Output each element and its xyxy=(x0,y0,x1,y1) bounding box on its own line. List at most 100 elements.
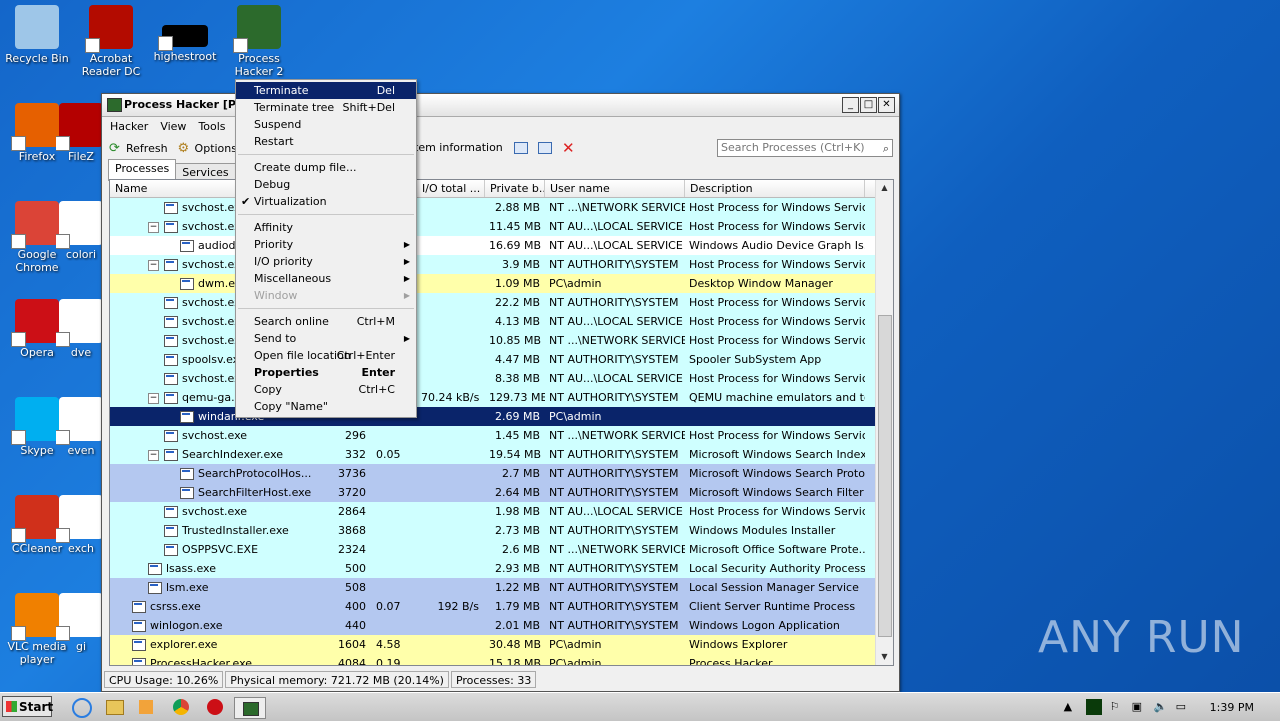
opera-taskbar-icon[interactable] xyxy=(204,697,226,717)
desktop-icon[interactable]: Process Hacker 2 xyxy=(222,5,296,78)
menu-item[interactable]: ✔ Virtualization xyxy=(236,193,416,210)
table-row[interactable]: lsass.exe 500 2.93 MB NT AUTHORITY\SYSTEM Lo… xyxy=(110,559,893,578)
menu-item[interactable]: Copy "Name" xyxy=(236,398,416,415)
desktop-icon[interactable]: Acrobat Reader DC xyxy=(74,5,148,78)
submenu-arrow-icon: ▶ xyxy=(403,274,410,283)
process-description: Local Security Authority Process xyxy=(689,562,865,575)
table-row[interactable]: audiodg.exe 16.69 MB NT AU...\LOCAL SERVIC… xyxy=(110,236,893,255)
scroll-down-icon[interactable]: ▼ xyxy=(876,649,893,665)
table-row[interactable]: spoolsv.exe 4.47 MB NT AUTHORITY\SYSTEM Spo… xyxy=(110,350,893,369)
clock[interactable]: 1:39 PM xyxy=(1210,701,1254,714)
scroll-up-icon[interactable]: ▲ xyxy=(876,180,893,196)
minimize-button[interactable]: _ xyxy=(842,97,859,113)
desktop-icon[interactable]: FileZ xyxy=(56,103,106,163)
media-player-taskbar-icon[interactable] xyxy=(136,697,158,717)
collapse-icon[interactable]: − xyxy=(148,222,159,233)
scroll-thumb[interactable] xyxy=(878,315,892,637)
collapse-icon[interactable]: − xyxy=(148,393,159,404)
menu-item[interactable]: Terminate tree Shift+Del xyxy=(236,99,416,116)
system-information-button[interactable]: tem information xyxy=(411,141,506,154)
menu-item[interactable]: Open file location Ctrl+Enter xyxy=(236,347,416,364)
collapse-icon[interactable]: − xyxy=(148,260,159,271)
table-row[interactable]: TrustedInstaller.exe 3868 2.73 MB NT AUTHOR… xyxy=(110,521,893,540)
menu-item[interactable]: Restart xyxy=(236,133,416,150)
options-button[interactable]: ⚙ Options xyxy=(175,141,240,156)
table-row[interactable]: lsm.exe 508 1.22 MB NT AUTHORITY\SYSTEM Loca… xyxy=(110,578,893,597)
table-row[interactable]: − SearchIndexer.exe 332 0.05 19.54 MB NT AUTH… xyxy=(110,445,893,464)
menu-item[interactable]: I/O priority ▶ xyxy=(236,253,416,270)
menu-item[interactable]: Create dump file... xyxy=(236,159,416,176)
shortcut-arrow-icon xyxy=(158,36,173,51)
desktop-icon[interactable]: even xyxy=(56,397,106,457)
desktop-icon[interactable]: dve xyxy=(56,299,106,359)
menu-item[interactable]: Suspend xyxy=(236,116,416,133)
desktop-icon[interactable]: exch xyxy=(56,495,106,555)
table-row[interactable]: svchost.exe 10.85 MB NT ...\NETWORK SERVIC… xyxy=(110,331,893,350)
tab-processes[interactable]: Processes xyxy=(108,159,177,181)
table-row[interactable]: − qemu-ga.exe 70.24 kB/s 129.73 MB NT AUTHOR… xyxy=(110,388,893,407)
recycle-bin-icon xyxy=(15,5,59,49)
col-user-name[interactable]: User name xyxy=(545,180,685,197)
collapse-icon[interactable]: − xyxy=(148,450,159,461)
find-window-icon[interactable] xyxy=(538,142,552,154)
menu-item[interactable]: Terminate Del xyxy=(236,82,416,99)
table-row[interactable]: − svchost.exe 11.45 MB NT AU...\LOCAL SERVI… xyxy=(110,217,893,236)
menu-item[interactable]: Affinity xyxy=(236,219,416,236)
table-row[interactable]: SearchProtocolHos... 3736 2.7 MB NT AUTHORI… xyxy=(110,464,893,483)
col-io[interactable]: I/O total ... xyxy=(417,180,485,197)
process-user: NT AU...\LOCAL SERVICE xyxy=(549,505,683,518)
table-row[interactable]: dwm.exe 1.09 MB PC\admin Desktop Window Man… xyxy=(110,274,893,293)
menu-item[interactable]: Priority ▶ xyxy=(236,236,416,253)
menu-item[interactable]: Search online Ctrl+M xyxy=(236,313,416,330)
menu-item[interactable]: Debug xyxy=(236,176,416,193)
process-hacker-taskbar-icon[interactable] xyxy=(234,697,266,719)
table-row[interactable]: OSPPSVC.EXE 2324 2.6 MB NT ...\NETWORK SERV… xyxy=(110,540,893,559)
terminate-icon[interactable]: ✕ xyxy=(562,139,575,157)
table-row[interactable]: svchost.exe 22.2 MB NT AUTHORITY\SYSTEM Hos… xyxy=(110,293,893,312)
desktop-icon-label: colori xyxy=(65,248,97,261)
desktop-icon[interactable]: highestroot xyxy=(148,25,222,63)
start-button[interactable]: Start xyxy=(2,696,53,717)
close-button[interactable]: ✕ xyxy=(878,97,895,113)
ie-taskbar-icon[interactable] xyxy=(70,697,92,718)
menu-tools[interactable]: Tools xyxy=(193,120,230,133)
table-row[interactable]: windanr.exe 2.69 MB PC\admin xyxy=(110,407,893,426)
vertical-scrollbar[interactable]: ▲ ▼ xyxy=(875,180,893,665)
menu-item[interactable]: Copy Ctrl+C xyxy=(236,381,416,398)
network-icon[interactable]: ▣ xyxy=(1132,700,1146,714)
chrome-taskbar-icon[interactable] xyxy=(170,697,192,717)
flag-icon[interactable]: ⚐ xyxy=(1110,700,1124,714)
table-row[interactable]: − svchost.exe 3.9 MB NT AUTHORITY\SYSTEM Hos… xyxy=(110,255,893,274)
table-row[interactable]: winlogon.exe 440 2.01 MB NT AUTHORITY\SYSTE… xyxy=(110,616,893,635)
table-row[interactable]: SearchFilterHost.exe 3720 2.64 MB NT AUTHOR… xyxy=(110,483,893,502)
table-row[interactable]: svchost.exe 4.13 MB NT AU...\LOCAL SERVICE… xyxy=(110,312,893,331)
explorer-taskbar-icon[interactable] xyxy=(104,697,126,717)
volume-icon[interactable]: 🔈 xyxy=(1154,700,1168,714)
table-row[interactable]: svchost.exe 2.88 MB NT ...\NETWORK SERVICE… xyxy=(110,198,893,217)
menu-item[interactable]: Miscellaneous ▶ xyxy=(236,270,416,287)
desktop-icon[interactable]: Recycle Bin xyxy=(0,5,74,65)
window-icon[interactable] xyxy=(514,142,528,154)
process-user: NT AUTHORITY\SYSTEM xyxy=(549,619,679,632)
search-input[interactable]: Search Processes (Ctrl+K) ⌕ xyxy=(717,139,893,157)
desktop-icon[interactable]: colori xyxy=(56,201,106,261)
col-private-bytes[interactable]: Private b... xyxy=(485,180,545,197)
menu-view[interactable]: View xyxy=(155,120,191,133)
menu-item[interactable]: Send to ▶ xyxy=(236,330,416,347)
maximize-button[interactable]: □ xyxy=(860,97,877,113)
table-row[interactable]: ProcessHacker.exe 4084 0.19 15.18 MB PC\admi… xyxy=(110,654,893,665)
action-center-icon[interactable]: ▭ xyxy=(1176,700,1190,714)
table-row[interactable]: explorer.exe 1604 4.58 30.48 MB PC\admin Wind… xyxy=(110,635,893,654)
title-bar[interactable]: Process Hacker [PC _ □ ✕ xyxy=(102,94,899,117)
show-hidden-icon[interactable]: ▲ xyxy=(1064,700,1078,714)
refresh-button[interactable]: ⟳ Refresh xyxy=(106,141,171,156)
table-row[interactable]: csrss.exe 400 0.07 192 B/s 1.79 MB NT AUTHORI… xyxy=(110,597,893,616)
process-hacker-tray-icon[interactable] xyxy=(1085,699,1102,715)
desktop-icon[interactable]: gi xyxy=(56,593,106,653)
table-row[interactable]: svchost.exe 8.38 MB NT AU...\LOCAL SERVICE… xyxy=(110,369,893,388)
menu-hacker[interactable]: Hacker xyxy=(105,120,153,133)
col-description[interactable]: Description xyxy=(685,180,865,197)
table-row[interactable]: svchost.exe 2864 1.98 MB NT AU...\LOCAL SER… xyxy=(110,502,893,521)
menu-item[interactable]: Properties Enter xyxy=(236,364,416,381)
table-row[interactable]: svchost.exe 296 1.45 MB NT ...\NETWORK SERV… xyxy=(110,426,893,445)
